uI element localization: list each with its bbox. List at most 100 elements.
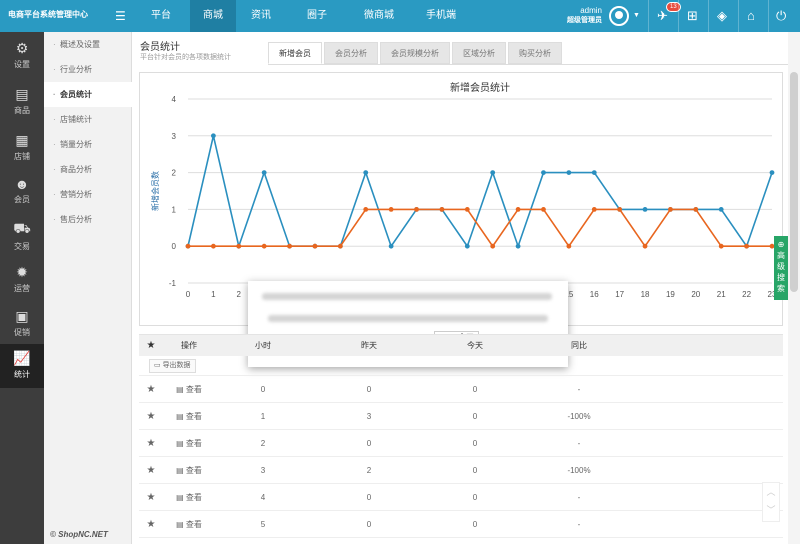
power-icon[interactable]: ⏻ (776, 8, 786, 24)
star-icon[interactable]: ★ (145, 376, 157, 402)
data-point (464, 207, 470, 212)
view-link[interactable]: ▤ 查看 (169, 403, 209, 429)
star-icon[interactable]: ★ (145, 335, 157, 356)
star-icon[interactable]: ★ (145, 430, 157, 456)
cell-yoy: - (577, 520, 581, 529)
x-tick-label: 1 (211, 290, 216, 299)
promo-icon: ▣ (15, 308, 29, 324)
sidebar-item-stats[interactable]: 📈 统计 (0, 344, 44, 388)
divider (678, 0, 679, 32)
data-point (515, 243, 521, 249)
nav-platform[interactable]: 平台 (136, 0, 186, 32)
view-link[interactable]: ▤ 查看 (169, 430, 209, 456)
export-button[interactable]: ▭ 导出数据 (149, 359, 196, 373)
y-tick-label: 2 (172, 169, 177, 178)
subnav-member-stats[interactable]: 会员统计 (44, 82, 133, 107)
scrollbar-thumb[interactable] (790, 72, 798, 292)
avatar[interactable] (609, 6, 629, 26)
data-point (693, 207, 699, 212)
paint-icon[interactable]: ◈ (717, 8, 727, 24)
nav-news[interactable]: 资讯 (236, 0, 286, 32)
cell-today: 0 (472, 466, 478, 475)
advanced-search-button[interactable]: ⊕ 高级搜索 (774, 236, 788, 300)
subnav-marketing[interactable]: 营销分析 (44, 182, 132, 207)
cell-today: 0 (472, 412, 478, 421)
subnav-store-stats[interactable]: 店铺统计 (44, 107, 132, 132)
view-link[interactable]: ▤ 查看 (169, 484, 209, 510)
view-icon: ▤ (176, 493, 186, 502)
star-icon[interactable]: ★ (145, 457, 157, 483)
sidebar-item-goods[interactable]: ▤ 商品 (0, 80, 44, 124)
series-line-1 (188, 208, 772, 248)
subnav-industry[interactable]: 行业分析 (44, 57, 132, 82)
nav-mobile[interactable]: 手机端 (410, 0, 472, 32)
scroll-up-button[interactable]: ︿ (763, 483, 779, 501)
data-point (642, 207, 648, 212)
sidebar-item-settings[interactable]: ⚙ 设置 (0, 34, 44, 78)
x-tick-label: 22 (742, 290, 751, 299)
scroll-down-button[interactable]: ﹀ (763, 501, 779, 519)
nav-wechat-mall[interactable]: 微商城 (348, 0, 410, 32)
sub-sidebar: 概述及设置 行业分析 会员统计 店铺统计 销量分析 商品分析 营销分析 售后分析 (44, 32, 133, 544)
store-icon: ▦ (15, 132, 29, 148)
view-link[interactable]: ▤ 查看 (169, 511, 209, 537)
cell-today: 0 (472, 385, 478, 394)
sidebar-item-promo[interactable]: ▣ 促销 (0, 302, 44, 346)
divider (648, 0, 649, 32)
cell-hour: 3 (260, 466, 266, 475)
nav-circle[interactable]: 圈子 (286, 0, 348, 32)
subnav-overview[interactable]: 概述及设置 (44, 32, 132, 57)
x-tick-label: 18 (641, 290, 650, 299)
sidebar-item-member[interactable]: ☻ 会员 (0, 170, 44, 214)
cell-today: 0 (472, 493, 478, 502)
sitemap-icon[interactable]: ⊞ (687, 8, 698, 24)
nav-mall[interactable]: 商城 (190, 0, 236, 32)
scrollbar[interactable] (788, 32, 800, 544)
sidebar-item-store[interactable]: ▦ 店铺 (0, 126, 44, 170)
subnav-goods[interactable]: 商品分析 (44, 157, 132, 182)
sidebar-item-trade[interactable]: ⛟ 交易 (0, 214, 44, 258)
subnav-sales[interactable]: 销量分析 (44, 132, 132, 157)
data-point (566, 243, 572, 249)
data-point (287, 243, 292, 249)
brand-title: 电商平台系统管理中心 (8, 10, 88, 19)
chart-title: 新增会员统计 (450, 81, 510, 94)
tab-new-members[interactable]: 新增会员 (268, 42, 322, 64)
tab-purchase-analysis[interactable]: 购买分析 (508, 42, 562, 64)
data-point (236, 243, 242, 249)
menu-toggle-icon[interactable]: ☰ (115, 9, 126, 23)
data-point (414, 207, 419, 212)
data-point (388, 243, 394, 249)
bell-icon[interactable]: ✈ (657, 8, 668, 24)
view-icon: ▤ (176, 439, 186, 448)
user-info[interactable]: admin 超级管理员 (548, 6, 602, 25)
home-icon[interactable]: ⌂ (747, 8, 755, 23)
chevron-down-icon[interactable]: ▼ (633, 12, 640, 19)
table-toolbar: ▭ 导出数据 (139, 356, 783, 376)
data-point (744, 243, 750, 249)
data-point (261, 243, 267, 249)
x-tick-label: 16 (590, 290, 599, 299)
view-link[interactable]: ▤ 查看 (169, 457, 209, 483)
star-icon[interactable]: ★ (145, 511, 157, 537)
tab-scale-analysis[interactable]: 会员规模分析 (380, 42, 450, 64)
cell-yoy: - (577, 493, 581, 502)
star-icon[interactable]: ★ (145, 403, 157, 429)
tab-bar: 新增会员 会员分析 会员规模分析 区域分析 购买分析 (268, 42, 564, 64)
subnav-aftersales[interactable]: 售后分析 (44, 207, 132, 232)
tab-member-analysis[interactable]: 会员分析 (324, 42, 378, 64)
cell-hour: 2 (260, 439, 266, 448)
star-icon[interactable]: ★ (145, 484, 157, 510)
y-tick-label: 1 (172, 205, 177, 214)
series-line-0 (187, 135, 773, 250)
header-action: 操作 (181, 341, 197, 350)
stats-table: ★ 操作 小时 昨天 今天 同比 ▭ 导出数据 ★ ▤ 查看 0 0 0 - ★ ▤ 查看 1 3… (139, 334, 783, 538)
footer-brand: © ShopNC.NET (50, 530, 108, 539)
sidebar-item-ops[interactable]: ✹ 运营 (0, 258, 44, 302)
top-nav: 平台 商城 资讯 圈子 微商城 手机端 (136, 0, 472, 32)
view-link[interactable]: ▤ 查看 (169, 376, 209, 402)
top-bar: 电商平台系统管理中心 ☰ 平台 商城 资讯 圈子 微商城 手机端 admin 超… (0, 0, 800, 32)
tab-region-analysis[interactable]: 区域分析 (452, 42, 506, 64)
data-point (769, 170, 775, 175)
table-row: ★ ▤ 查看 4 0 0 - (139, 484, 783, 511)
